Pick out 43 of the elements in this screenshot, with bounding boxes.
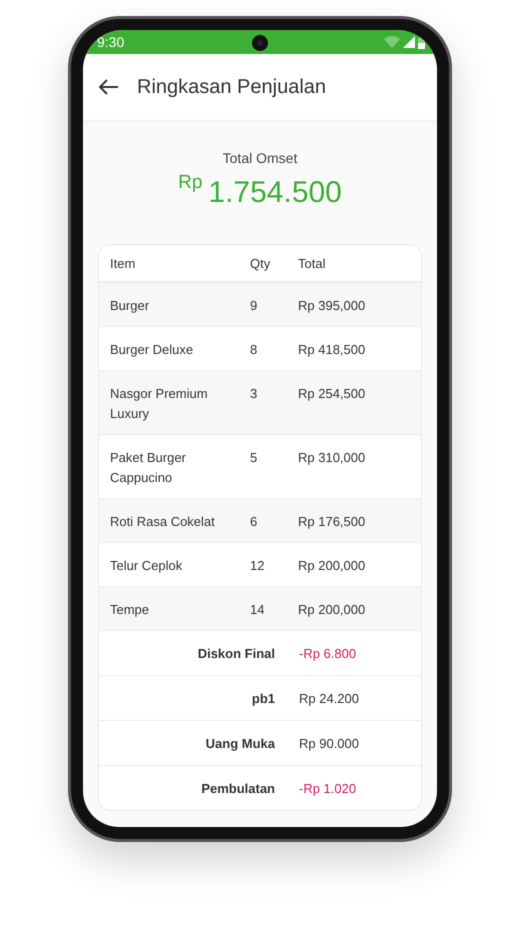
signal-icon	[403, 36, 415, 48]
item-qty: 5	[250, 449, 258, 467]
screen-title: Ringkasan Penjualan	[137, 76, 326, 98]
adjustment-label: Uang Muka	[204, 736, 275, 750]
wifi-icon	[384, 36, 400, 48]
total-label: Total Omset	[222, 150, 298, 166]
item-qty: 3	[250, 385, 258, 403]
camera-icon	[251, 34, 269, 52]
adjustment-value: -Rp 6.800	[299, 646, 358, 660]
battery-icon	[418, 36, 425, 48]
item-qty: 9	[250, 297, 258, 315]
item-name: Burger Deluxe	[110, 341, 194, 359]
item-total: Rp 418,500	[298, 341, 366, 359]
item-name: Burger	[110, 297, 150, 315]
item-total: Rp 395,000	[298, 297, 366, 315]
status-time: 9:30	[97, 34, 124, 50]
column-header: Item	[110, 256, 136, 271]
back-button[interactable]	[99, 79, 119, 95]
back-arrow-icon	[99, 79, 119, 95]
adjustment-label: Pembulatan	[200, 780, 275, 796]
adjustment-value: Rp 90.000	[299, 736, 360, 750]
adjustment-label: pb1	[250, 690, 275, 706]
item-qty: 8	[250, 341, 258, 359]
item-total: Rp 200,000	[298, 557, 366, 575]
item-qty: 12	[250, 557, 266, 575]
item-name: Nasgor Premium Luxury	[110, 385, 209, 423]
item-total: Rp 176,500	[298, 513, 366, 531]
item-name: Telur Ceplok	[110, 557, 184, 575]
item-name: Roti Rasa Cokelat	[110, 513, 216, 531]
item-name: Paket Burger Cappucino	[110, 449, 187, 487]
adjustment-value: -Rp 1.020	[299, 780, 358, 796]
item-total: Rp 200,000	[298, 601, 366, 619]
item-name: Tempe	[110, 601, 150, 619]
adjustment-label: Diskon Final	[196, 646, 275, 660]
column-header: Total	[298, 256, 326, 271]
currency-symbol: Rp	[178, 172, 202, 194]
column-header: Qty	[250, 256, 272, 271]
item-qty: 6	[250, 513, 258, 531]
total-amount: 1.754.500	[208, 176, 342, 210]
item-total: Rp 254,500	[298, 385, 366, 403]
item-total: Rp 310,000	[298, 449, 366, 467]
adjustment-value: Rp 24.200	[299, 690, 360, 706]
item-qty: 14	[250, 601, 266, 619]
